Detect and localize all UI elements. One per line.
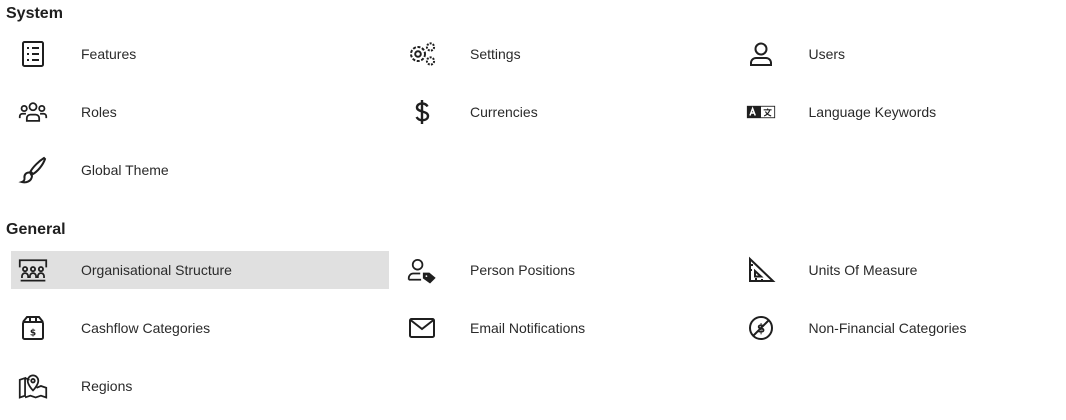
menu-item-features[interactable]: Features	[11, 35, 389, 73]
menu-item-label: Features	[81, 46, 137, 62]
menu-item-label: Language Keywords	[808, 104, 937, 120]
brush-icon	[11, 151, 55, 189]
menu-item-regions[interactable]: Regions	[11, 367, 389, 405]
section-title-general: General	[6, 221, 66, 238]
money-box-icon: $	[11, 309, 55, 347]
menu-item-label: Users	[808, 46, 846, 62]
menu-item-label: Cashflow Categories	[81, 320, 211, 336]
set-square-icon	[739, 251, 783, 289]
group-icon	[11, 93, 55, 131]
no-money-icon: $	[739, 309, 783, 347]
menu-item-label: Roles	[81, 104, 117, 120]
menu-item-language-keywords[interactable]: Language Keywords	[739, 93, 1066, 131]
menu-item-users[interactable]: Users	[739, 35, 1066, 73]
section-title-system: System	[6, 5, 63, 22]
menu-item-label: Email Notifications	[470, 320, 586, 336]
menu-item-label: Currencies	[470, 104, 538, 120]
menu-item-roles[interactable]: Roles	[11, 93, 389, 131]
menu-item-label: Settings	[470, 46, 521, 62]
user-icon	[739, 35, 783, 73]
svg-text:$: $	[30, 329, 36, 339]
menu-item-non-financial-categories[interactable]: $ Non-Financial Categories	[739, 309, 1066, 347]
menu-item-organisational-structure[interactable]: Organisational Structure	[11, 251, 389, 289]
org-structure-icon	[11, 251, 55, 289]
general-grid: Organisational Structure Person Position…	[11, 251, 1066, 420]
envelope-icon	[400, 309, 444, 347]
menu-item-global-theme[interactable]: Global Theme	[11, 151, 389, 189]
map-pin-icon	[11, 367, 55, 405]
system-grid: Features Settings Users Roles Currencies…	[11, 35, 1066, 209]
menu-item-label: Global Theme	[81, 162, 169, 178]
menu-item-currencies[interactable]: Currencies	[400, 93, 728, 131]
user-tag-icon	[400, 251, 444, 289]
menu-item-person-positions[interactable]: Person Positions	[400, 251, 728, 289]
menu-item-units-of-measure[interactable]: Units Of Measure	[739, 251, 1066, 289]
translate-icon	[739, 93, 783, 131]
menu-item-email-notifications[interactable]: Email Notifications	[400, 309, 728, 347]
menu-item-label: Non-Financial Categories	[808, 320, 967, 336]
menu-item-cashflow-categories[interactable]: $ Cashflow Categories	[11, 309, 389, 347]
gears-icon	[400, 35, 444, 73]
menu-item-label: Person Positions	[470, 262, 576, 278]
dollar-icon	[400, 93, 444, 131]
menu-item-label: Organisational Structure	[81, 262, 232, 278]
menu-item-label: Regions	[81, 378, 133, 394]
menu-item-label: Units Of Measure	[808, 262, 918, 278]
checklist-icon	[11, 35, 55, 73]
menu-item-settings[interactable]: Settings	[400, 35, 728, 73]
svg-text:$: $	[756, 322, 764, 336]
